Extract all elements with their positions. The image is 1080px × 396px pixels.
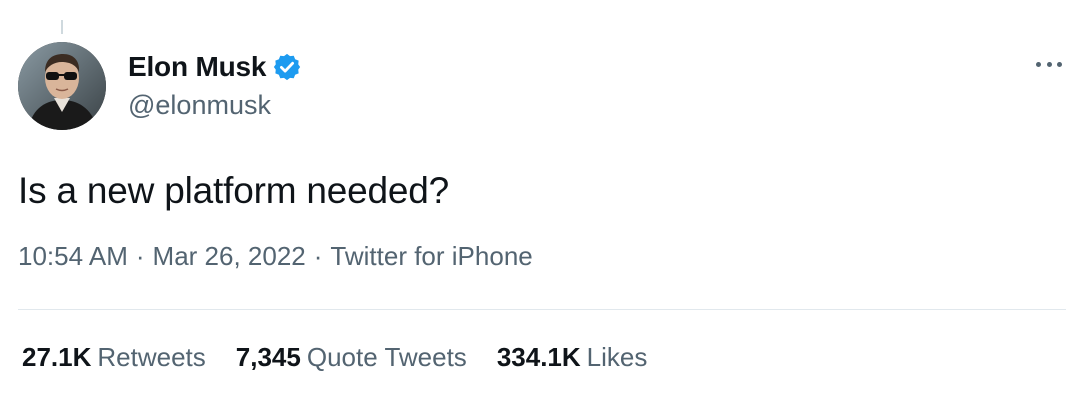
stat-retweets[interactable]: 27.1K Retweets (22, 340, 206, 374)
verified-badge-icon (272, 52, 302, 82)
stat-label: Quote Tweets (306, 342, 467, 372)
more-horizontal-icon[interactable] (1036, 52, 1062, 76)
tweet-time[interactable]: 10:54 AM (18, 239, 128, 273)
tweet-source[interactable]: Twitter for iPhone (330, 239, 532, 273)
tweet-text: Is a new platform needed? (18, 170, 450, 211)
stat-label: Likes (586, 342, 648, 372)
stat-value: 27.1K (22, 342, 92, 372)
tweet-meta: 10:54 AM · Mar 26, 2022 · Twitter for iP… (18, 239, 1066, 273)
stat-likes[interactable]: 334.1K Likes (497, 340, 648, 374)
more-dot (1057, 61, 1062, 67)
display-name[interactable]: Elon Musk (128, 50, 266, 84)
avatar[interactable] (18, 42, 106, 130)
more-dot (1046, 61, 1052, 67)
tweet: Elon Musk @elonmusk Is a new platform ne… (18, 42, 1066, 273)
stat-value: 7,345 (235, 342, 301, 372)
stat-label: Retweets (97, 342, 206, 372)
thread-connector-line (61, 20, 63, 34)
stat-value: 334.1K (496, 342, 581, 372)
tweet-header: Elon Musk @elonmusk (18, 42, 1066, 132)
tweet-stats: 27.1K Retweets 7,345 Quote Tweets 334.1K Li… (22, 340, 677, 374)
meta-separator: · (313, 241, 323, 271)
stat-quote-tweets[interactable]: 7,345 Quote Tweets (236, 340, 467, 374)
name-row: Elon Musk (128, 50, 302, 84)
user-handle[interactable]: @elonmusk (128, 88, 302, 122)
tweet-date[interactable]: Mar 26, 2022 (153, 239, 306, 273)
more-dot (1036, 61, 1041, 67)
avatar-image (18, 42, 106, 130)
author-info: Elon Musk @elonmusk (128, 50, 302, 122)
meta-separator: · (135, 241, 145, 271)
divider (18, 309, 1066, 310)
